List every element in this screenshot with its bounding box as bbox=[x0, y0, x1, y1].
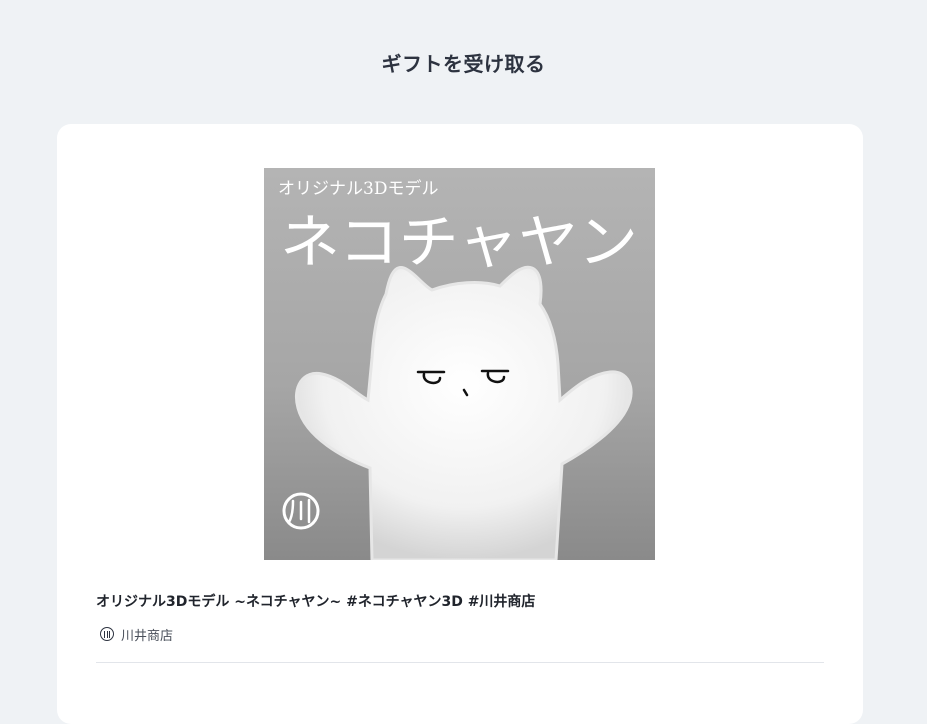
divider bbox=[96, 662, 824, 663]
shop-name: 川井商店 bbox=[121, 628, 174, 644]
product-image: オリジナル3Dモデル ネコチャヤン bbox=[264, 168, 655, 560]
page-title: ギフトを受け取る bbox=[381, 52, 546, 76]
image-caption-small: オリジナル3Dモデル bbox=[278, 178, 438, 199]
shop-logo-icon bbox=[100, 627, 114, 641]
image-caption-large: ネコチャヤン bbox=[280, 208, 638, 276]
product-title[interactable]: オリジナル3Dモデル ~ネコチャヤン~ #ネコチャヤン3D #川井商店 bbox=[96, 591, 535, 611]
shop-link[interactable]: 川井商店 bbox=[100, 624, 173, 644]
gift-card: オリジナル3Dモデル ネコチャヤン オリジナル3Dモデル ~ネコチャヤン~ #ネ… bbox=[57, 124, 863, 724]
